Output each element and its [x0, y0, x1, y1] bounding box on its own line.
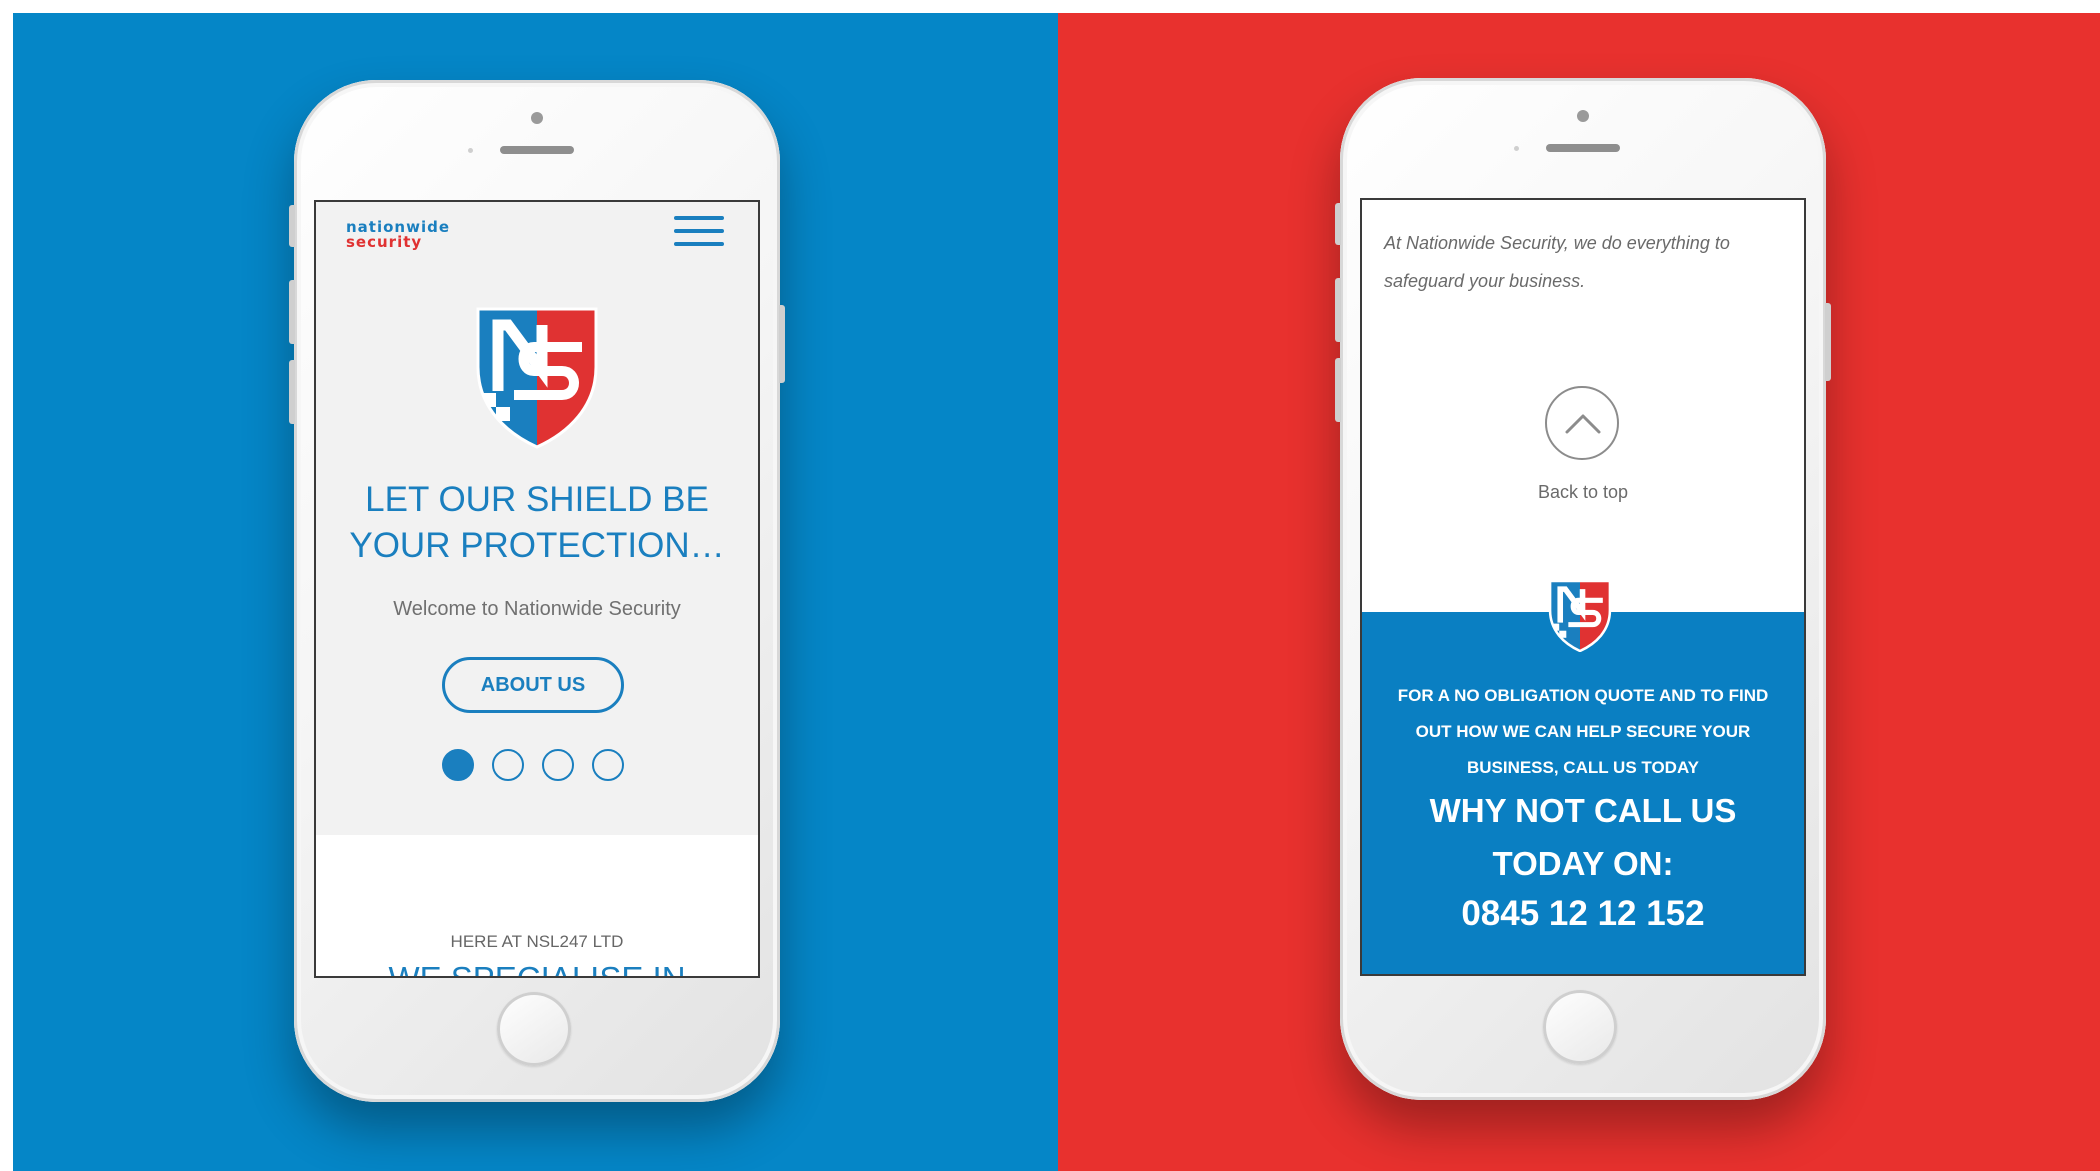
logo-line-security: Security — [346, 233, 423, 251]
home-button — [497, 992, 571, 1066]
welcome-text: Welcome to Nationwide Security — [393, 598, 681, 620]
cta-why-line2: TODAY ON: — [1492, 845, 1674, 882]
front-camera — [531, 112, 543, 124]
cta-why-heading: WHY NOT CALL US TODAY ON: — [1362, 784, 1804, 890]
nationwide-security-logo[interactable]: Nationwide Security — [346, 218, 492, 252]
front-camera — [1577, 110, 1589, 122]
back-to-top-button[interactable] — [1545, 386, 1619, 460]
mute-switch — [1335, 203, 1341, 245]
intro-text: At Nationwide Security, we do everything… — [1384, 233, 1730, 291]
left-phone: Nationwide Security — [289, 80, 785, 1102]
ns-shield-logo — [1548, 580, 1612, 652]
hamburger-bar — [674, 242, 724, 246]
here-at-label: HERE AT NSL247 LTD — [450, 932, 624, 951]
proximity-sensor — [1514, 146, 1519, 151]
hamburger-bar — [674, 216, 724, 220]
hero-headline: LET OUR SHIELD BE YOUR PROTECTION… — [316, 477, 758, 569]
phone-number-link[interactable]: 0845 12 12 152 — [1362, 894, 1804, 934]
earpiece-speaker — [1546, 144, 1620, 152]
chevron-up-icon — [1565, 414, 1601, 434]
volume-down-button — [289, 360, 295, 424]
home-button — [1543, 990, 1617, 1064]
hero-headline-line1: LET OUR SHIELD BE — [365, 480, 709, 519]
back-to-top-label[interactable]: Back to top — [1362, 482, 1804, 503]
carousel-dot-3[interactable] — [542, 749, 574, 781]
volume-down-button — [1335, 358, 1341, 422]
carousel-dot-4[interactable] — [592, 749, 624, 781]
carousel-indicators — [442, 749, 638, 785]
about-us-button[interactable]: ABOUT US — [442, 657, 624, 713]
power-button — [1825, 303, 1831, 381]
volume-up-button — [1335, 278, 1341, 342]
power-button — [779, 305, 785, 383]
cta-quote-text: FOR A NO OBLIGATION QUOTE AND TO FIND OU… — [1397, 686, 1769, 777]
carousel-dot-1[interactable] — [442, 749, 474, 781]
ns-shield-logo — [476, 307, 598, 449]
call-to-action-section: FOR A NO OBLIGATION QUOTE AND TO FIND OU… — [1362, 612, 1804, 974]
hamburger-icon[interactable] — [674, 212, 724, 252]
cta-why-line1: WHY NOT CALL US — [1429, 792, 1737, 829]
left-phone-screen: Nationwide Security — [316, 202, 758, 976]
hero-headline-line2: YOUR PROTECTION… — [349, 526, 725, 565]
proximity-sensor — [468, 148, 473, 153]
mute-switch — [289, 205, 295, 247]
right-phone-screen: At Nationwide Security, we do everything… — [1362, 200, 1804, 974]
we-specialise-heading: WE SPECIALISE IN — [316, 959, 758, 976]
right-phone: At Nationwide Security, we do everything… — [1335, 78, 1831, 1100]
hero-section: Nationwide Security — [316, 202, 758, 835]
hamburger-bar — [674, 229, 724, 233]
earpiece-speaker — [500, 146, 574, 154]
carousel-dot-2[interactable] — [492, 749, 524, 781]
volume-up-button — [289, 280, 295, 344]
